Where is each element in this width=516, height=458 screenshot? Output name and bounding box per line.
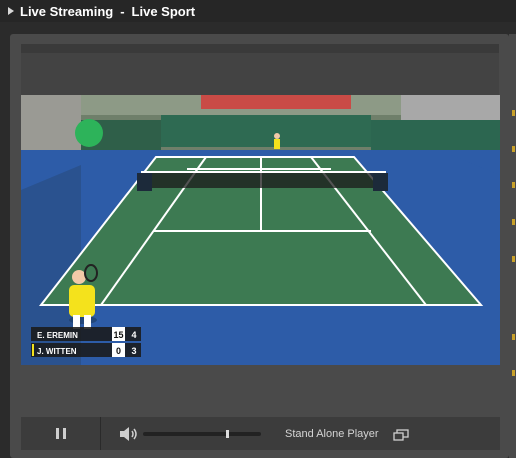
title-bar: Live Streaming - Live Sport xyxy=(0,0,516,22)
side-marker xyxy=(512,219,515,225)
pause-icon xyxy=(55,428,66,439)
player-controls: Stand Alone Player xyxy=(21,417,500,450)
player-2-points: 0 xyxy=(116,346,121,356)
player-2-name: J. WITTEN xyxy=(37,347,77,356)
collapse-arrow-icon[interactable] xyxy=(8,7,14,15)
player-1-name: E. EREMIN xyxy=(37,331,78,340)
tennis-court-scene: E. EREMIN 15 4 J. WITTEN 0 3 xyxy=(21,95,500,365)
side-marker xyxy=(512,146,515,152)
player-2-games: 3 xyxy=(131,346,136,356)
player-1-points: 15 xyxy=(113,330,123,340)
volume-knob[interactable] xyxy=(225,429,229,438)
player-1-games: 4 xyxy=(131,330,136,340)
side-marker xyxy=(512,256,515,262)
panel-header xyxy=(21,44,499,53)
pause-button[interactable] xyxy=(21,417,101,450)
panel-band xyxy=(21,53,499,95)
side-marker xyxy=(512,110,515,116)
volume-slider[interactable] xyxy=(143,429,261,438)
popout-icon[interactable] xyxy=(392,428,409,441)
title-left: Live Streaming xyxy=(20,3,114,19)
video-frame[interactable]: E. EREMIN 15 4 J. WITTEN 0 3 xyxy=(21,95,500,365)
speaker-icon[interactable] xyxy=(119,426,139,441)
title-right: Live Sport xyxy=(131,3,196,19)
standalone-player-link[interactable]: Stand Alone Player xyxy=(285,428,379,440)
side-list-strip xyxy=(509,34,516,458)
serve-indicator xyxy=(32,344,34,356)
side-marker xyxy=(512,370,515,376)
side-marker xyxy=(512,334,515,340)
side-marker xyxy=(512,182,515,188)
title-separator: - xyxy=(120,3,125,19)
